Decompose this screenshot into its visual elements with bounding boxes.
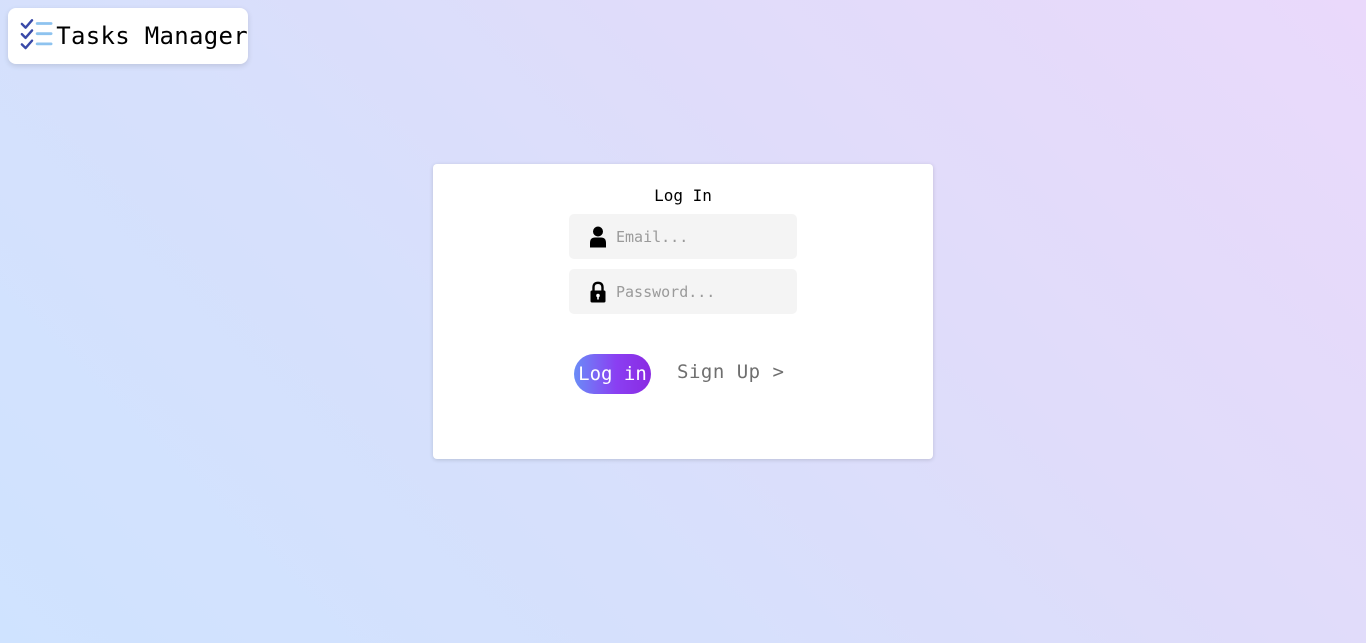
app-logo[interactable]: Tasks Manager <box>8 8 248 64</box>
login-button[interactable]: Log in <box>574 354 651 394</box>
login-card: Log In Log in Sign Up > <box>433 164 933 459</box>
user-icon <box>590 226 606 247</box>
lock-icon <box>590 281 606 302</box>
login-title: Log In <box>654 186 712 205</box>
checklist-icon <box>20 19 53 50</box>
password-input[interactable] <box>616 282 786 301</box>
email-field[interactable] <box>569 214 797 259</box>
email-input[interactable] <box>616 227 786 246</box>
app-title: Tasks Manager <box>56 22 248 50</box>
signup-link[interactable]: Sign Up > <box>677 361 784 383</box>
password-field[interactable] <box>569 269 797 314</box>
